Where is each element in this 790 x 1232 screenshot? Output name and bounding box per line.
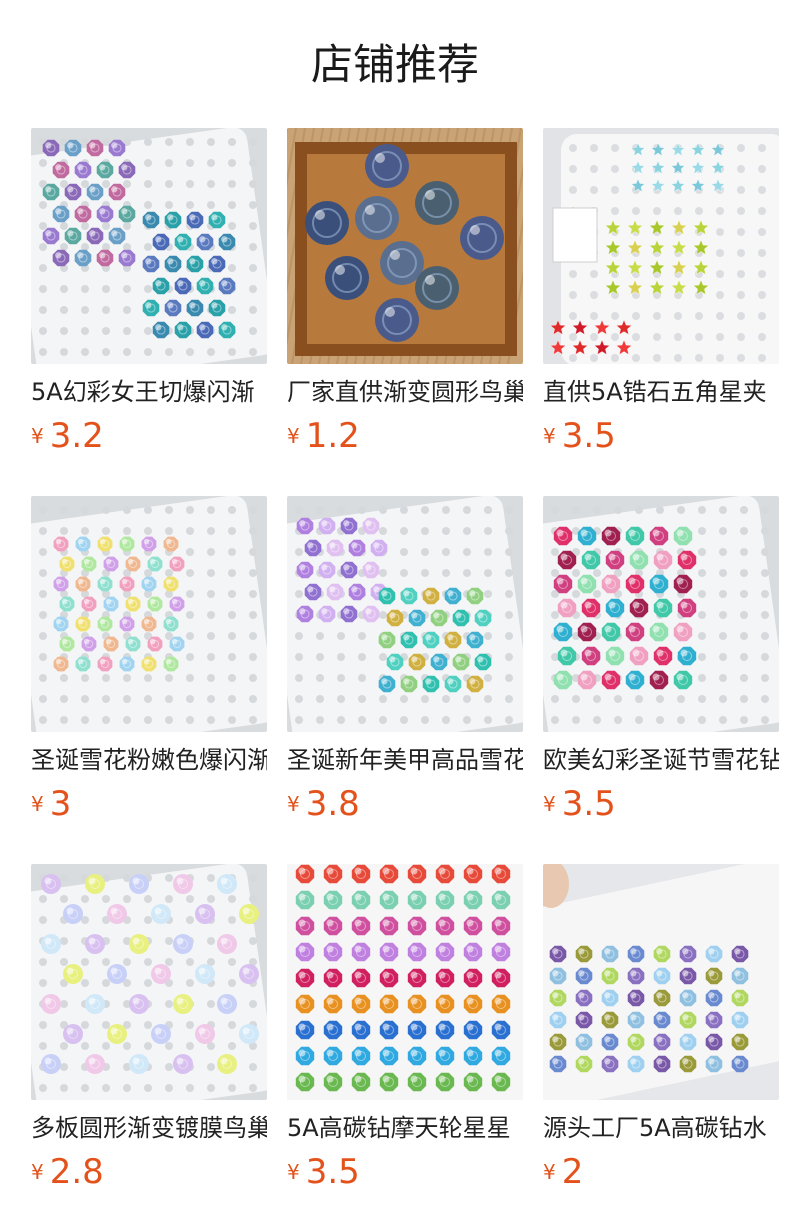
price-value: 3 <box>49 784 72 824</box>
product-price: ¥2 <box>543 1150 583 1194</box>
page-title: 店铺推荐 <box>310 40 479 89</box>
price-value: 3.8 <box>305 784 360 824</box>
price-value: 2.8 <box>49 1152 104 1192</box>
currency-symbol: ¥ <box>31 1160 44 1184</box>
currency-symbol: ¥ <box>287 1160 300 1184</box>
product-price: ¥3.5 <box>543 782 616 826</box>
product-price: ¥1.2 <box>287 414 360 458</box>
product-name[interactable]: 欧美幻彩圣诞节雪花钻 <box>543 744 779 776</box>
product-image[interactable] <box>31 864 267 1100</box>
currency-symbol: ¥ <box>287 792 300 816</box>
product-card[interactable]: 源头工厂5A高碳钻水 ¥2 <box>543 864 779 1232</box>
currency-symbol: ¥ <box>543 424 556 448</box>
product-card[interactable]: 5A高碳钻摩天轮星星 ¥3.5 <box>287 864 523 1232</box>
product-image[interactable] <box>31 496 267 732</box>
product-image[interactable] <box>543 496 779 732</box>
product-name[interactable]: 厂家直供渐变圆形鸟巢 <box>287 376 523 408</box>
currency-symbol: ¥ <box>31 792 44 816</box>
price-value: 1.2 <box>305 416 360 456</box>
product-card[interactable]: 欧美幻彩圣诞节雪花钻 ¥3.5 <box>543 496 779 864</box>
currency-symbol: ¥ <box>287 424 300 448</box>
product-image[interactable] <box>287 496 523 732</box>
product-price: ¥3 <box>31 782 71 826</box>
product-card[interactable]: 厂家直供渐变圆形鸟巢 ¥1.2 <box>287 128 523 496</box>
currency-symbol: ¥ <box>31 424 44 448</box>
product-name[interactable]: 圣诞雪花粉嫩色爆闪渐 <box>31 744 267 776</box>
product-price: ¥3.2 <box>31 414 104 458</box>
product-price: ¥3.8 <box>287 782 360 826</box>
product-name[interactable]: 多板圆形渐变镀膜鸟巢 <box>31 1112 267 1144</box>
product-name[interactable]: 圣诞新年美甲高品雪花 <box>287 744 523 776</box>
price-value: 3.5 <box>561 416 616 456</box>
product-price: ¥3.5 <box>287 1150 360 1194</box>
price-value: 3.5 <box>561 784 616 824</box>
product-card[interactable]: 多板圆形渐变镀膜鸟巢 ¥2.8 <box>31 864 267 1232</box>
price-value: 2 <box>561 1152 584 1192</box>
product-image[interactable] <box>543 864 779 1100</box>
product-image[interactable] <box>543 128 779 364</box>
product-grid: 5A幻彩女王切爆闪渐 ¥3.2 厂家直供渐变圆形鸟巢 ¥1.2 直供5A锆石五角… <box>31 128 790 1232</box>
product-price: ¥3.5 <box>543 414 616 458</box>
product-card[interactable]: 圣诞雪花粉嫩色爆闪渐 ¥3 <box>31 496 267 864</box>
product-name[interactable]: 5A幻彩女王切爆闪渐 <box>31 376 267 408</box>
price-value: 3.5 <box>305 1152 360 1192</box>
product-image[interactable] <box>287 128 523 364</box>
price-value: 3.2 <box>49 416 104 456</box>
product-image[interactable] <box>31 128 267 364</box>
product-card[interactable]: 圣诞新年美甲高品雪花 ¥3.8 <box>287 496 523 864</box>
currency-symbol: ¥ <box>543 1160 556 1184</box>
product-image[interactable] <box>287 864 523 1100</box>
product-card[interactable]: 直供5A锆石五角星夹 ¥3.5 <box>543 128 779 496</box>
product-name[interactable]: 直供5A锆石五角星夹 <box>543 376 779 408</box>
product-name[interactable]: 源头工厂5A高碳钻水 <box>543 1112 779 1144</box>
product-price: ¥2.8 <box>31 1150 104 1194</box>
product-card[interactable]: 5A幻彩女王切爆闪渐 ¥3.2 <box>31 128 267 496</box>
product-name[interactable]: 5A高碳钻摩天轮星星 <box>287 1112 523 1144</box>
currency-symbol: ¥ <box>543 792 556 816</box>
